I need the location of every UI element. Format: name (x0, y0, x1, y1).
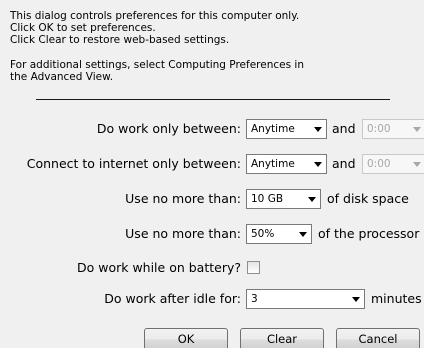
chevron-down-icon (314, 162, 322, 167)
chevron-down-icon (299, 232, 307, 237)
idle-label: Do work after idle for: (104, 291, 241, 306)
intro-text-line-2: Click OK to set preferences. (10, 22, 156, 34)
internet-end-select[interactable]: 0:00 (362, 154, 424, 174)
work-between-label: Do work only between: (96, 121, 241, 136)
internet-start-value: Anytime (251, 158, 295, 170)
battery-checkbox[interactable] (247, 261, 260, 274)
intro-text-line-5: the Advanced View. (10, 71, 114, 83)
chevron-down-icon (308, 197, 316, 202)
intro-text-line-3: Click Clear to restore web-based setting… (10, 34, 230, 46)
intro-text-line-1: This dialog controls preferences for thi… (10, 10, 300, 22)
work-and-label: and (332, 121, 356, 136)
processor-limit-select[interactable]: 50% (246, 224, 312, 244)
idle-minutes-select[interactable]: 3 (246, 289, 365, 309)
processor-limit-value: 50% (251, 228, 275, 240)
ok-button[interactable]: OK (144, 328, 228, 348)
chevron-down-icon (352, 297, 360, 302)
internet-and-label: and (332, 156, 356, 171)
work-start-select[interactable]: Anytime (246, 119, 327, 139)
disk-limit-select[interactable]: 10 GB (246, 189, 321, 209)
divider (36, 99, 390, 100)
work-end-value: 0:00 (367, 123, 391, 135)
chevron-down-icon (413, 127, 421, 132)
clear-button[interactable]: Clear (240, 328, 324, 348)
internet-end-value: 0:00 (367, 158, 391, 170)
chevron-down-icon (413, 162, 421, 167)
chevron-down-icon (314, 127, 322, 132)
preferences-dialog: This dialog controls preferences for thi… (0, 0, 424, 348)
idle-minutes-value: 3 (251, 293, 258, 305)
idle-minutes-suffix: minutes (371, 291, 422, 306)
disk-limit-suffix: of disk space (327, 191, 409, 206)
cancel-button[interactable]: Cancel (336, 328, 420, 348)
internet-between-label: Connect to internet only between: (26, 156, 241, 171)
work-end-select[interactable]: 0:00 (362, 119, 424, 139)
processor-limit-suffix: of the processor (318, 226, 420, 241)
disk-limit-value: 10 GB (251, 193, 284, 205)
work-start-value: Anytime (251, 123, 295, 135)
intro-text-line-4: For additional settings, select Computin… (10, 59, 304, 71)
disk-limit-label: Use no more than: (125, 191, 241, 206)
battery-label: Do work while on battery? (76, 260, 241, 275)
internet-start-select[interactable]: Anytime (246, 154, 327, 174)
processor-limit-label: Use no more than: (125, 226, 241, 241)
